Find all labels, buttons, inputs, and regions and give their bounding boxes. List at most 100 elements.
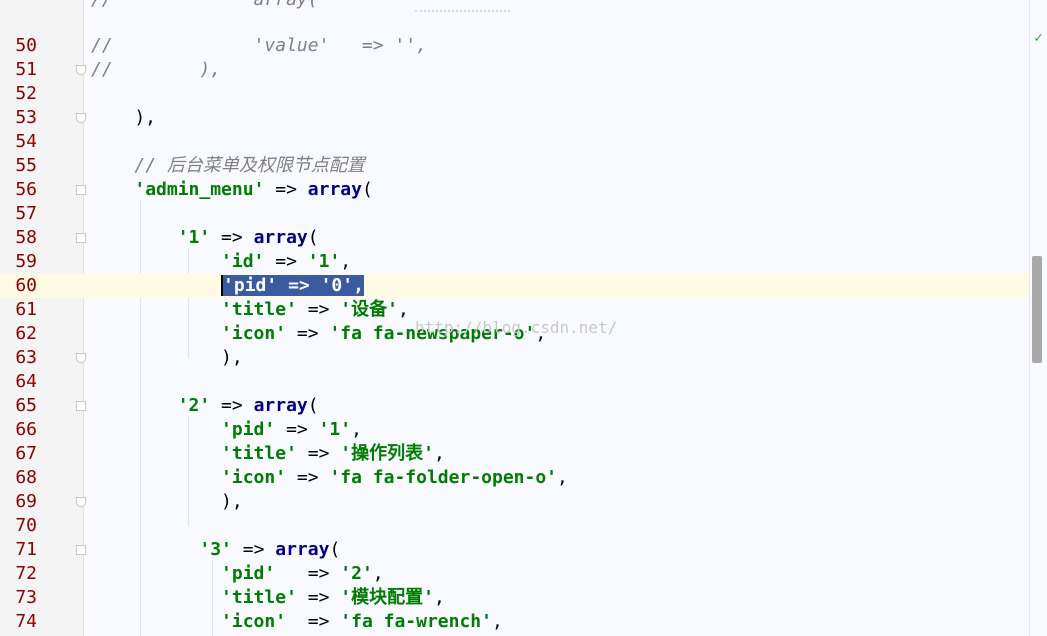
code-token: => (264, 179, 308, 200)
code-line[interactable]: 58 '1' => array( (0, 226, 1030, 250)
code-token: => (231, 539, 276, 560)
code-line[interactable]: 50 // 'value' => '', (0, 34, 1030, 58)
code-token: => (296, 443, 341, 464)
code-token: => (286, 323, 330, 344)
code-line[interactable]: 71 '3' => array( (0, 538, 1030, 562)
code-text: 'pid' => '2', (91, 564, 384, 584)
code-line[interactable]: 53 ), (0, 106, 1030, 130)
code-text: '3' => array( (91, 540, 340, 560)
code-line[interactable]: 72 'pid' => '2', (0, 562, 1030, 586)
code-token: , (433, 443, 445, 464)
code-line[interactable]: 54 (0, 130, 1030, 154)
code-token: ), (91, 347, 243, 368)
fold-marker-icon[interactable] (76, 113, 86, 123)
code-token: array (307, 179, 362, 200)
fold-marker-icon[interactable] (76, 545, 86, 555)
code-token: ( (329, 539, 341, 560)
code-line[interactable]: 52 (0, 82, 1030, 106)
code-token: => (296, 587, 341, 608)
code-token: array (253, 395, 308, 416)
line-number: 70 (15, 515, 37, 536)
code-text: '2' => array( (91, 396, 319, 416)
code-line[interactable]: 69 ), (0, 490, 1030, 514)
code-line[interactable]: 74 'icon' => 'fa fa-wrench', (0, 610, 1030, 634)
code-text: ), (91, 348, 243, 368)
fold-marker-icon[interactable] (76, 401, 86, 411)
line-number: 72 (15, 563, 37, 584)
code-token: 'admin_menu' (134, 179, 265, 200)
code-token: , (433, 587, 445, 608)
code-token: '操作列表' (340, 443, 434, 464)
code-text: 'title' => '操作列表', (91, 444, 445, 464)
line-number: 52 (15, 83, 37, 104)
line-number: 58 (15, 227, 37, 248)
code-text: // ), (91, 60, 221, 80)
line-number: 60 (15, 275, 37, 296)
code-token: ( (307, 395, 319, 416)
code-token: 'icon' (221, 323, 287, 344)
line-number: 68 (15, 467, 37, 488)
fold-marker-icon[interactable] (76, 233, 86, 243)
code-token: => (275, 563, 341, 584)
code-token: '1' (307, 251, 341, 272)
code-token: '2' (340, 563, 373, 584)
line-number: 61 (15, 299, 37, 320)
code-token: , (340, 251, 352, 272)
line-number: 66 (15, 419, 37, 440)
line-number: 64 (15, 371, 37, 392)
code-token: => (286, 611, 341, 632)
code-line[interactable]: 70 (0, 514, 1030, 538)
code-line[interactable]: 73 'title' => '模块配置', (0, 586, 1030, 610)
fold-marker-icon[interactable] (76, 185, 86, 195)
fold-marker-icon[interactable] (76, 497, 86, 507)
code-line[interactable]: 51 // ), (0, 58, 1030, 82)
code-token: => (296, 299, 341, 320)
line-number: 74 (15, 611, 37, 632)
line-number: 59 (15, 251, 37, 272)
code-token: ), (91, 491, 243, 512)
code-token: // 后台菜单及权限节点配置 (134, 155, 365, 176)
code-line[interactable]: 57 (0, 202, 1030, 226)
fold-marker-icon[interactable] (76, 353, 86, 363)
code-line[interactable]: 56 'admin_menu' => array( (0, 178, 1030, 202)
code-line[interactable]: 68 'icon' => 'fa fa-folder-open-o', (0, 466, 1030, 490)
code-token: 'title' (221, 443, 297, 464)
code-text: ), (91, 108, 156, 128)
code-line[interactable]: 67 'title' => '操作列表', (0, 442, 1030, 466)
code-token: 'fa fa-folder-open-o' (329, 467, 558, 488)
scroll-thumb[interactable] (1032, 256, 1042, 363)
code-line[interactable]: 66 'pid' => '1', (0, 418, 1030, 442)
check-icon[interactable]: ✓ (1030, 30, 1047, 46)
code-line[interactable]: 55 // 后台菜单及权限节点配置 (0, 154, 1030, 178)
vertical-scrollbar[interactable]: ✓ (1029, 0, 1047, 636)
code-token: '设备' (340, 299, 398, 320)
code-token: array (253, 227, 308, 248)
code-token: ( (361, 179, 373, 200)
code-line[interactable]: 59 'id' => '1', (0, 250, 1030, 274)
code-token: => (264, 251, 308, 272)
code-token: 'icon' (221, 467, 287, 488)
code-token: 'pid' (221, 419, 276, 440)
code-token: // ), (91, 59, 222, 80)
code-text: // 后台菜单及权限节点配置 (91, 156, 365, 176)
code-token: , (397, 299, 409, 320)
code-line[interactable]: 60 'pid' => '0', (0, 274, 1030, 298)
code-token: 'title' (221, 587, 297, 608)
code-text: '1' => array( (91, 228, 319, 248)
code-line[interactable]: 65 '2' => array( (0, 394, 1030, 418)
line-number: 56 (15, 179, 37, 200)
code-token: array (275, 539, 330, 560)
code-line[interactable]: 63 ), (0, 346, 1030, 370)
code-editor[interactable]: // array( 50// 'value' => '',51// ),5253… (0, 0, 1047, 636)
code-text: 'pid' => '1', (91, 420, 362, 440)
code-line[interactable]: 64 (0, 370, 1030, 394)
code-token: , (557, 467, 568, 488)
code-token: 'title' (221, 299, 297, 320)
fold-marker-icon[interactable] (76, 65, 86, 75)
